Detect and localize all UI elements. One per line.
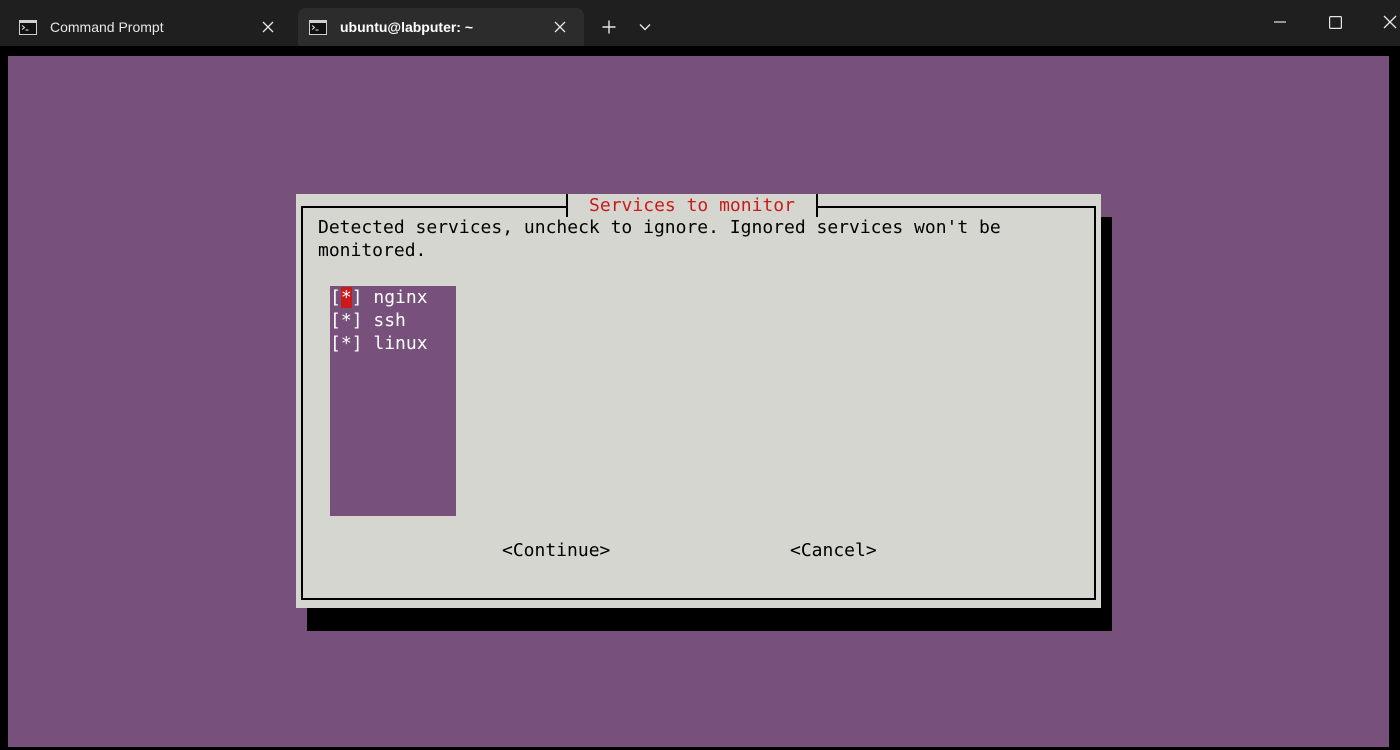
maximize-button[interactable] bbox=[1305, 0, 1365, 44]
checkbox-bracket: [ bbox=[330, 333, 341, 354]
terminal-icon bbox=[309, 19, 327, 35]
chevron-down-icon bbox=[639, 24, 651, 31]
description-line: monitored. bbox=[318, 240, 427, 261]
checkbox-mark: * bbox=[340, 333, 352, 354]
terminal-frame bbox=[0, 46, 1400, 56]
checkbox-bracket: ] bbox=[351, 310, 363, 331]
checkbox-mark: * bbox=[340, 310, 352, 331]
dialog-title: Services to monitor bbox=[566, 194, 818, 217]
close-icon bbox=[1383, 15, 1397, 29]
plus-icon bbox=[602, 20, 616, 34]
minimize-button[interactable] bbox=[1250, 0, 1310, 44]
service-label: ssh bbox=[373, 310, 406, 331]
tab-label: Command Prompt bbox=[50, 19, 164, 35]
tab-command-prompt[interactable]: Command Prompt bbox=[8, 8, 292, 46]
tab-label: ubuntu@labputer: ~ bbox=[340, 19, 474, 35]
checkbox-bracket: ] bbox=[351, 287, 363, 308]
services-checklist: [*] nginx [*] ssh [*] linux bbox=[330, 286, 456, 516]
checkbox[interactable]: [*] bbox=[330, 309, 363, 332]
continue-button[interactable]: <Continue> bbox=[502, 539, 610, 562]
checkbox-bracket: [ bbox=[330, 310, 341, 331]
tab-ubuntu[interactable]: ubuntu@labputer: ~ bbox=[298, 8, 584, 46]
maximize-icon bbox=[1328, 15, 1342, 29]
title-bar: Command Prompt ubuntu@labputer: ~ bbox=[0, 0, 1400, 46]
service-label: linux bbox=[373, 333, 428, 354]
checkbox[interactable]: [*] bbox=[330, 332, 363, 355]
tab-close-button[interactable] bbox=[542, 12, 578, 42]
services-dialog: Services to monitor Detected services, u… bbox=[296, 194, 1101, 608]
tab-dropdown-button[interactable] bbox=[627, 8, 663, 46]
minimize-icon bbox=[1274, 21, 1286, 23]
list-item-linux[interactable]: [*] linux bbox=[330, 332, 456, 355]
checkbox-bracket: [ bbox=[330, 287, 341, 308]
list-item-ssh[interactable]: [*] ssh bbox=[330, 309, 456, 332]
checkbox[interactable]: [*] bbox=[330, 286, 363, 309]
tab-close-button[interactable] bbox=[250, 12, 286, 42]
cancel-button[interactable]: <Cancel> bbox=[790, 539, 877, 562]
service-label: nginx bbox=[373, 287, 428, 308]
description-line: Detected services, uncheck to ignore. Ig… bbox=[318, 217, 1001, 238]
new-tab-button[interactable] bbox=[591, 8, 627, 46]
terminal-icon bbox=[19, 19, 37, 35]
checkbox-mark: * bbox=[340, 287, 352, 308]
list-item-nginx[interactable]: [*] nginx bbox=[330, 286, 456, 309]
close-icon bbox=[262, 21, 274, 33]
close-window-button[interactable] bbox=[1360, 0, 1400, 44]
checkbox-bracket: ] bbox=[351, 333, 363, 354]
dialog-description: Detected services, uncheck to ignore. Ig… bbox=[318, 216, 1078, 262]
close-icon bbox=[554, 21, 566, 33]
